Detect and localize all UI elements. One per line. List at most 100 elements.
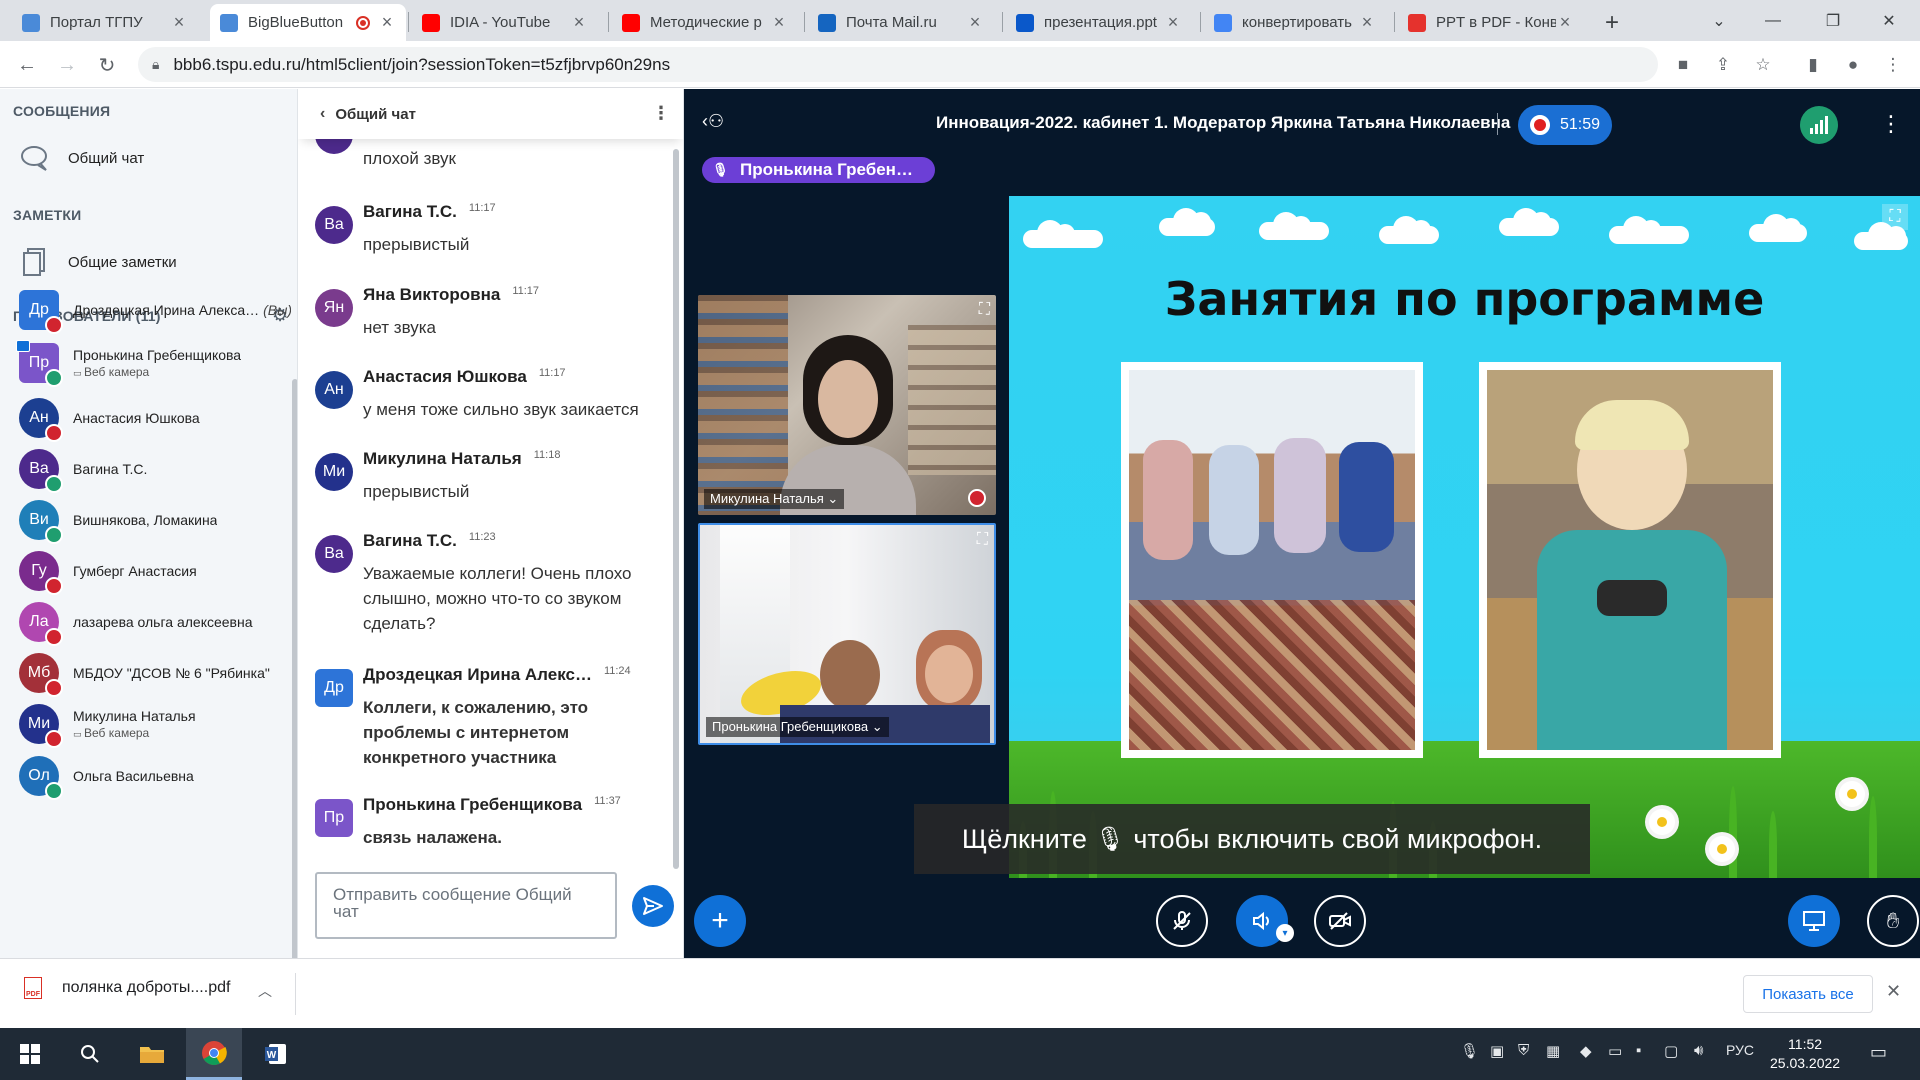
network-app-tray-icon[interactable]: ▦ xyxy=(1546,1042,1560,1060)
download-item[interactable]: PDF полянка доброты....pdf xyxy=(24,977,230,999)
browser-tab[interactable]: конвертировать × xyxy=(1204,4,1386,41)
search-icon[interactable] xyxy=(62,1028,118,1080)
browser-tab[interactable]: Портал ТГПУ × xyxy=(12,4,198,41)
camera-in-use-icon[interactable]: ■ xyxy=(1668,50,1698,80)
recording-indicator[interactable]: 51:59 xyxy=(1518,105,1612,145)
user-list-item[interactable]: Ва Вагина Т.С. xyxy=(19,443,291,495)
close-tab-icon[interactable]: × xyxy=(570,12,588,33)
microphone-tray-icon[interactable]: 🎙︎ xyxy=(1460,1042,1479,1060)
show-all-downloads-button[interactable]: Показать все xyxy=(1743,975,1873,1013)
volume-icon[interactable]: 🔊︎ xyxy=(1694,1042,1703,1059)
browser-tab[interactable]: PPT в PDF - Конв × xyxy=(1398,4,1584,41)
word-icon[interactable]: W xyxy=(248,1028,304,1080)
user-list-item[interactable]: Пр Пронькина Гребенщикова ▭ Веб камера xyxy=(16,337,291,389)
avatar-initials: Ла xyxy=(29,613,49,630)
tab-separator xyxy=(1394,12,1395,32)
user-list-item[interactable]: Ви Вишнякова, Ломакина xyxy=(19,494,291,546)
user-list-item[interactable]: Ла лазарева ольга алексеевна xyxy=(19,596,291,648)
close-downloads-icon[interactable]: ✕ xyxy=(1886,981,1901,1002)
fullscreen-icon[interactable]: ⛶ xyxy=(977,531,988,549)
nvidia-tray-icon[interactable]: ◆ xyxy=(1580,1042,1592,1060)
close-window-icon[interactable]: ✕ xyxy=(1866,0,1912,41)
unmute-button[interactable] xyxy=(1156,895,1208,947)
restore-icon[interactable]: ❐ xyxy=(1810,0,1856,41)
user-list-item[interactable]: Ми Микулина Наталья ▭ Веб камера xyxy=(19,698,291,750)
shared-notes-item[interactable]: Общие заметки xyxy=(18,247,177,277)
keyboard-language[interactable]: РУС xyxy=(1726,1042,1754,1058)
reload-icon[interactable]: ↻ xyxy=(92,50,122,80)
back-icon[interactable]: ← xyxy=(12,50,42,80)
google-icon xyxy=(1214,13,1232,32)
network-icon[interactable]: ▢ xyxy=(1664,1042,1678,1060)
presentation-toggle-button[interactable] xyxy=(1788,895,1840,947)
close-tab-icon[interactable]: × xyxy=(1556,12,1574,33)
close-tab-icon[interactable]: × xyxy=(966,12,984,33)
avatar: Др xyxy=(315,669,353,707)
chrome-icon[interactable] xyxy=(186,1028,242,1080)
meeting-main-area: ‹⚇ Инновация-2022. кабинет 1. Модератор … xyxy=(684,89,1920,958)
browser-tab[interactable]: IDIA - YouTube × xyxy=(412,4,598,41)
slide-fullscreen-icon[interactable]: ⛶ xyxy=(1882,204,1908,230)
user-list-item[interactable]: Ол Ольга Васильевна xyxy=(19,750,291,802)
bookmark-star-icon[interactable]: ☆ xyxy=(1748,50,1778,80)
camera-tray-icon[interactable]: ▣ xyxy=(1490,1042,1504,1060)
avatar: Пр xyxy=(16,340,63,387)
raise-hand-button[interactable]: ✋︎ xyxy=(1867,895,1919,947)
battery-icon[interactable]: ▭ xyxy=(1608,1042,1622,1060)
system-clock[interactable]: 11:52 25.03.2022 xyxy=(1770,1035,1840,1073)
browser-menu-icon[interactable]: ⋮ xyxy=(1878,50,1908,80)
profile-icon[interactable]: ● xyxy=(1838,50,1868,80)
defender-tray-icon[interactable]: ⛨ xyxy=(1518,1042,1529,1059)
options-menu-icon[interactable]: ⋮ xyxy=(1880,111,1902,137)
fullscreen-icon[interactable]: ⛶ xyxy=(979,301,990,319)
new-tab-button[interactable]: + xyxy=(1592,4,1632,41)
browser-tab[interactable]: Методические р × xyxy=(612,4,798,41)
user-list-item[interactable]: Гу Гумберг Анастасия xyxy=(19,545,291,597)
share-icon[interactable]: ⇪ xyxy=(1708,50,1738,80)
browser-tab[interactable]: Почта Mail.ru × xyxy=(808,4,994,41)
user-status: ▭ Веб камера xyxy=(73,726,196,740)
chevron-left-icon[interactable]: ‹ xyxy=(320,105,325,123)
tab-search-icon[interactable]: ⌄ xyxy=(1696,0,1742,41)
presentation-slide[interactable]: Занятия по программе ⛶ xyxy=(1009,196,1920,878)
close-tab-icon[interactable]: × xyxy=(378,12,396,33)
user-list-item[interactable]: Мб МБДОУ "ДСОВ № 6 "Рябинка" xyxy=(19,647,291,699)
webcam-label[interactable]: Пронькина Гребенщикова ⌄ xyxy=(706,717,889,737)
browser-tab[interactable]: BigBlueButton × xyxy=(210,4,406,41)
public-chat-item[interactable]: Общий чат xyxy=(18,143,144,173)
user-list-item[interactable]: Др Дроздецкая Ирина Алекса… (Вы) xyxy=(19,284,291,336)
message-header: Яна Викторовна 11:17 xyxy=(363,285,539,305)
file-explorer-icon[interactable] xyxy=(124,1028,180,1080)
close-tab-icon[interactable]: × xyxy=(770,12,788,33)
close-tab-icon[interactable]: × xyxy=(1164,12,1182,33)
user-status: ▭ Веб камера xyxy=(73,365,241,379)
address-bar[interactable]: 🔒︎ bbb6.tspu.edu.ru/html5client/join?ses… xyxy=(138,47,1658,82)
close-tab-icon[interactable]: × xyxy=(1358,12,1376,33)
send-message-button[interactable] xyxy=(632,885,674,927)
webcam-tile[interactable]: Пронькина Гребенщикова ⌄ ⛶ xyxy=(698,523,996,745)
muted-icon xyxy=(968,489,986,507)
chat-scrollbar[interactable] xyxy=(673,149,679,869)
talking-indicator[interactable]: 🎙︎ Пронькина Гребен… xyxy=(702,157,935,183)
connection-status-icon[interactable] xyxy=(1800,106,1838,144)
minimize-icon[interactable]: — xyxy=(1750,0,1796,41)
chat-options-icon[interactable]: ⋮ xyxy=(652,103,670,124)
chat-message-input[interactable] xyxy=(315,872,617,939)
app-tray-icon[interactable]: ▪ xyxy=(1636,1042,1641,1059)
notifications-icon[interactable]: ▭ xyxy=(1870,1042,1887,1063)
webcam-label[interactable]: Микулина Наталья ⌄ xyxy=(704,489,845,509)
close-tab-icon[interactable]: × xyxy=(170,12,188,33)
user-info: Гумберг Анастасия xyxy=(73,563,197,579)
user-list-item[interactable]: Ан Анастасия Юшкова xyxy=(19,392,291,444)
share-webcam-button[interactable] xyxy=(1314,895,1366,947)
forward-icon[interactable]: → xyxy=(52,50,82,80)
avatar-initials: Мб xyxy=(27,664,51,681)
toggle-userlist-icon[interactable]: ‹⚇ xyxy=(702,111,724,132)
side-panel-icon[interactable]: ▮ xyxy=(1798,50,1828,80)
audio-options-chevron-icon[interactable]: ▾ xyxy=(1276,924,1294,942)
webcam-tile[interactable]: Микулина Наталья ⌄ ⛶ xyxy=(698,295,996,515)
actions-plus-button[interactable]: + xyxy=(694,895,746,947)
chevron-up-icon[interactable]: ︿ xyxy=(258,981,272,1001)
windows-start-icon[interactable] xyxy=(2,1028,58,1080)
browser-tab[interactable]: презентация.ppt × xyxy=(1006,4,1192,41)
